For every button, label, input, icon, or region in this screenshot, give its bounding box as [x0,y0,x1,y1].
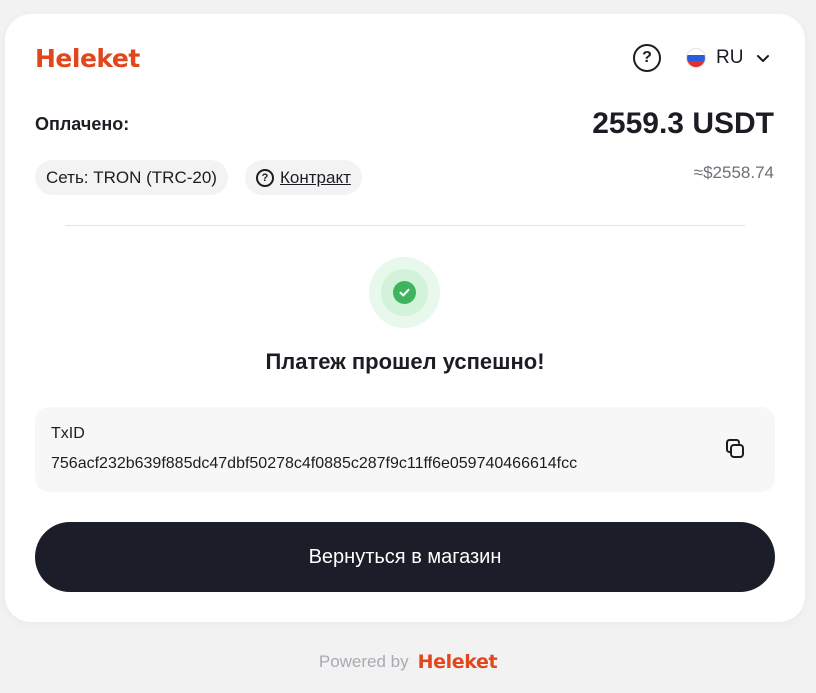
success-title: Платеж прошел успешно! [265,349,545,374]
contract-link[interactable]: ? Контракт [245,160,362,195]
heleket-logo: Heleket [35,44,140,73]
question-circle-icon: ? [256,168,274,187]
txid-box: TxID 756acf232b639f885dc47dbf50278c4f088… [35,407,775,492]
language-selector[interactable]: RU [686,45,773,71]
contract-link-label: Контракт [280,167,351,187]
help-button[interactable]: ? [633,44,661,72]
payment-card: Heleket ? RU Оплачено: 2559.3 USDT Сеть:… [5,14,805,622]
payment-amount: 2559.3 USDT [592,107,774,140]
txid-value: 756acf232b639f885dc47dbf50278c4f0885c287… [51,455,578,472]
network-chip-label: Сеть: TRON (TRC-20) [46,167,217,187]
success-indicator [369,257,440,328]
powered-by-label: Powered by [318,652,409,671]
network-chip: Сеть: TRON (TRC-20) [35,160,228,195]
divider [65,225,745,226]
checkmark-icon [399,288,410,297]
footer: Powered by Heleket [0,651,816,673]
language-code: RU [716,47,744,68]
copy-button[interactable] [721,435,749,463]
russia-flag-icon [686,48,706,68]
copy-icon [726,439,744,458]
usd-equivalent: ≈$2558.74 [693,163,774,182]
question-circle-icon: ? [642,49,652,66]
footer-heleket-logo[interactable]: Heleket [418,651,498,673]
chevron-down-icon [757,55,770,62]
paid-label: Оплачено: [35,114,130,134]
return-to-store-button[interactable]: Вернуться в магазин [35,522,775,592]
txid-label: TxID [51,425,85,442]
check-circle-icon [393,281,416,304]
